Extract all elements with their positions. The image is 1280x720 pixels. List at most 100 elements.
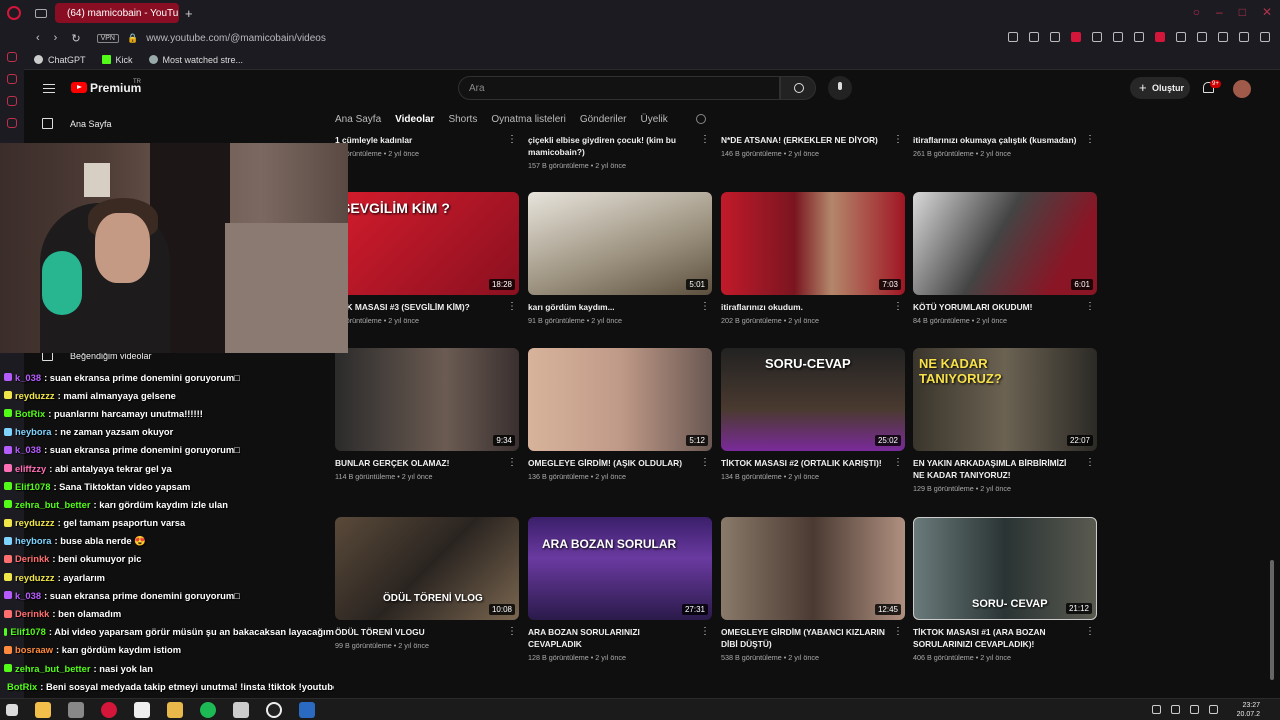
video-thumbnail[interactable]: 6:01: [913, 192, 1097, 295]
steam-icon[interactable]: [299, 702, 315, 718]
bookmark-chatgpt[interactable]: ChatGPT: [34, 55, 86, 65]
back-button[interactable]: ‹: [36, 32, 40, 45]
more-options-icon[interactable]: ⋮: [700, 626, 710, 637]
sidebar-icon-2[interactable]: [7, 74, 17, 84]
download-icon[interactable]: [1239, 32, 1249, 42]
chat-username[interactable]: k_038: [15, 590, 41, 601]
chat-username[interactable]: zehra_but_better: [15, 663, 91, 674]
shield-icon[interactable]: [1071, 32, 1081, 42]
voice-search-icon[interactable]: [828, 76, 852, 100]
task-view-icon[interactable]: [68, 702, 84, 718]
video-thumbnail[interactable]: 7:03: [721, 192, 905, 295]
video-thumbnail[interactable]: 9:34: [335, 348, 519, 451]
chat-username[interactable]: bosraaw: [15, 644, 53, 655]
video-card[interactable]: 12:45 OMEGLEYE GİRDİM (YABANCI KIZLARIN …: [721, 517, 905, 662]
opera-logo[interactable]: [7, 6, 21, 20]
search-tabs-icon[interactable]: ○: [1193, 5, 1200, 19]
extensions-icon[interactable]: [1197, 32, 1207, 42]
video-thumbnail[interactable]: 5:12: [528, 348, 712, 451]
chat-username[interactable]: BotRix: [7, 681, 37, 692]
chat-username[interactable]: heybora: [15, 535, 51, 546]
more-options-icon[interactable]: ⋮: [1085, 301, 1095, 312]
play-icon[interactable]: [1092, 32, 1102, 42]
avatar[interactable]: [1233, 80, 1251, 98]
more-options-icon[interactable]: ⋮: [507, 457, 517, 468]
notepad-icon[interactable]: [233, 702, 249, 718]
tab-home[interactable]: Ana Sayfa: [335, 114, 381, 125]
video-title[interactable]: TİKTOK MASASI #1 (ARA BOZAN SORULARINIZI…: [913, 626, 1078, 650]
video-thumbnail[interactable]: 5:01: [528, 192, 712, 295]
tray-up-icon[interactable]: [1152, 705, 1161, 714]
video-thumbnail[interactable]: ARA BOZAN SORULAR 27:31: [528, 517, 712, 620]
video-thumbnail[interactable]: SEVGİLİM KİM ? 18:28: [335, 192, 519, 295]
tab-membership[interactable]: Üyelik: [641, 114, 668, 125]
chat-username[interactable]: eliffzzy: [15, 463, 46, 474]
forward-button[interactable]: ›: [54, 32, 58, 45]
volume-icon[interactable]: [1190, 705, 1199, 714]
more-options-icon[interactable]: ⋮: [700, 457, 710, 468]
video-thumbnail[interactable]: SORU- CEVAP 21:12: [913, 517, 1097, 620]
chat-username[interactable]: reyduzzz: [15, 572, 55, 583]
gear-icon[interactable]: [1176, 32, 1186, 42]
video-title[interactable]: BUNLAR GERÇEK OLAMAZ!: [335, 457, 500, 469]
windows-start-icon[interactable]: [6, 704, 18, 716]
menu-icon[interactable]: [1260, 32, 1270, 42]
reload-button[interactable]: ↻: [71, 32, 80, 45]
vpn-badge[interactable]: VPN: [96, 33, 119, 43]
zoom-icon[interactable]: [1008, 32, 1018, 42]
video-card[interactable]: ARA BOZAN SORULAR 27:31 ARA BOZAN SORULA…: [528, 517, 712, 662]
sidebar-item-home[interactable]: Ana Sayfa: [42, 118, 112, 129]
more-options-icon[interactable]: ⋮: [893, 134, 903, 145]
chat-username[interactable]: Derinkk: [15, 608, 49, 619]
video-card[interactable]: 7:03 itiraflarınızı okudum. 202 B görünt…: [721, 192, 905, 325]
video-title[interactable]: itiraflarınızı okumaya çalıştık (kusmada…: [913, 134, 1078, 146]
video-thumbnail[interactable]: NE KADAR TANIYORUZ? 22:07: [913, 348, 1097, 451]
pin-icon[interactable]: [1029, 32, 1039, 42]
sidebar-icon-3[interactable]: [7, 96, 17, 106]
more-options-icon[interactable]: ⋮: [893, 301, 903, 312]
search-input[interactable]: Ara: [458, 76, 780, 100]
video-card[interactable]: 5:01 karı gördüm kaydım... 91 B görüntül…: [528, 192, 712, 325]
network-icon[interactable]: [1171, 705, 1180, 714]
snapshot-icon[interactable]: [1050, 32, 1060, 42]
sidebar-icon-1[interactable]: [7, 52, 17, 62]
more-options-icon[interactable]: ⋮: [893, 626, 903, 637]
video-card[interactable]: itiraflarınızı okumaya çalıştık (kusmada…: [913, 134, 1097, 158]
search-button[interactable]: [780, 76, 816, 100]
tab-shorts[interactable]: Shorts: [448, 114, 477, 125]
chat-username[interactable]: BotRix: [15, 408, 45, 419]
video-card[interactable]: NE KADAR TANIYORUZ? 22:07 EN YAKIN ARKAD…: [913, 348, 1097, 493]
video-title[interactable]: TOK MASASI #3 (SEVGİLİM KİM)?: [335, 301, 500, 313]
video-title[interactable]: OMEGLEYE GİRDİM! (AŞIK OLDULAR): [528, 457, 693, 469]
video-title[interactable]: karı gördüm kaydım...: [528, 301, 693, 313]
new-tab-button[interactable]: +: [185, 6, 193, 21]
more-options-icon[interactable]: ⋮: [1085, 457, 1095, 468]
share-icon[interactable]: [1218, 32, 1228, 42]
chat-username[interactable]: k_038: [15, 444, 41, 455]
more-options-icon[interactable]: ⋮: [1085, 626, 1095, 637]
chat-username[interactable]: Elif1078: [10, 626, 45, 637]
heart-icon[interactable]: [1113, 32, 1123, 42]
app-icon[interactable]: [134, 702, 150, 718]
video-title[interactable]: N*DE ATSANA! (ERKEKLER NE DİYOR): [721, 134, 886, 146]
tab-playlists[interactable]: Oynatma listeleri: [491, 114, 565, 125]
video-title[interactable]: TİKTOK MASASI #2 (ORTALIK KARIŞTI)!: [721, 457, 886, 469]
obs-icon[interactable]: [266, 702, 282, 718]
cube-icon[interactable]: [1134, 32, 1144, 42]
more-options-icon[interactable]: ⋮: [1085, 134, 1095, 145]
video-title[interactable]: OMEGLEYE GİRDİM (YABANCI KIZLARIN DİBİ D…: [721, 626, 886, 650]
chat-username[interactable]: reyduzzz: [15, 390, 55, 401]
more-options-icon[interactable]: ⋮: [700, 301, 710, 312]
video-title[interactable]: KÖTÜ YORUMLARI OKUDUM!: [913, 301, 1078, 313]
channel-search-icon[interactable]: [695, 114, 706, 124]
chat-username[interactable]: Elif1078: [15, 481, 50, 492]
clock[interactable]: 23:27 20.07.2: [1237, 701, 1260, 719]
video-title[interactable]: çiçekli elbise giydiren çocuk! (kim bu m…: [528, 134, 693, 158]
video-title[interactable]: ARA BOZAN SORULARINIZI CEVAPLADIK: [528, 626, 693, 650]
video-title[interactable]: itiraflarınızı okudum.: [721, 301, 886, 313]
maximize-button[interactable]: □: [1239, 5, 1246, 19]
more-options-icon[interactable]: ⋮: [507, 301, 517, 312]
hamburger-menu-icon[interactable]: [43, 84, 55, 93]
close-button[interactable]: ✕: [1262, 5, 1272, 19]
tab-posts[interactable]: Gönderiler: [580, 114, 627, 125]
